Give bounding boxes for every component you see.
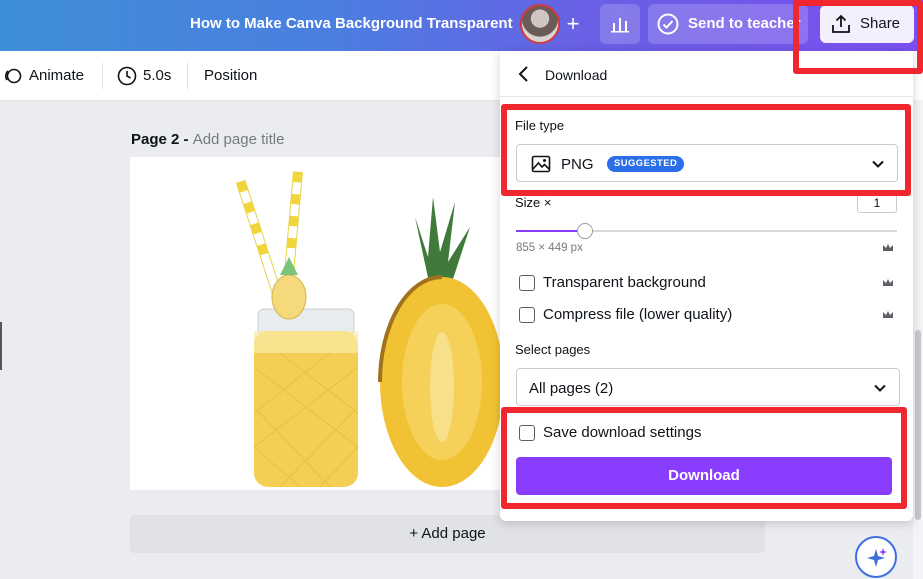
transparent-background-checkbox[interactable] [519, 275, 535, 291]
chevron-down-icon [873, 381, 887, 395]
pineapple [380, 197, 504, 487]
insights-button[interactable] [600, 4, 640, 44]
crown-icon [882, 278, 894, 288]
size-label: Size × [515, 195, 552, 210]
panel-title: Download [545, 67, 607, 83]
sparkle-icon [866, 547, 888, 569]
magic-assistant-button[interactable] [855, 536, 897, 578]
crown-icon [882, 310, 894, 320]
side-panel-handle[interactable] [0, 322, 2, 370]
pineapple-juice-image[interactable] [130, 157, 510, 490]
size-slider-fill [516, 230, 585, 232]
animate-icon [4, 67, 22, 85]
animate-button[interactable]: Animate [29, 67, 84, 84]
size-slider-handle[interactable] [577, 223, 593, 239]
page-title-input[interactable]: Add page title [193, 131, 285, 148]
select-pages-value: All pages (2) [529, 380, 613, 397]
dimensions-text: 855 × 449 px [516, 242, 583, 254]
toolbar-divider [187, 63, 188, 89]
page-number-label: Page 2 - [131, 131, 193, 148]
bar-chart-icon [610, 14, 630, 34]
design-page[interactable] [130, 157, 510, 490]
select-pages-dropdown[interactable]: All pages (2) [516, 368, 900, 406]
add-collaborator-button[interactable]: + [562, 10, 584, 38]
duration-button[interactable]: 5.0s [143, 67, 171, 84]
share-highlight-box [793, 0, 923, 74]
send-to-teacher-button[interactable]: Send to teacher [648, 4, 808, 44]
scrollbar-thumb[interactable] [915, 330, 921, 520]
file-type-highlight-box [501, 104, 911, 196]
send-to-teacher-label: Send to teacher [688, 15, 801, 32]
download-highlight-box [501, 407, 907, 509]
position-button[interactable]: Position [204, 67, 257, 84]
size-input[interactable]: 1 [857, 194, 897, 213]
toolbar-divider [102, 63, 103, 89]
top-bar: How to Make Canva Background Transparent… [0, 0, 923, 51]
document-title[interactable]: How to Make Canva Background Transparent [190, 15, 513, 32]
clock-icon [117, 66, 137, 86]
check-circle-icon [656, 12, 680, 36]
select-pages-label: Select pages [515, 342, 590, 357]
compress-file-label: Compress file (lower quality) [543, 306, 732, 323]
avatar[interactable] [520, 4, 560, 44]
chevron-left-icon[interactable] [516, 65, 532, 83]
compress-file-checkbox[interactable] [519, 307, 535, 323]
page-label: Page 2 - Add page title [131, 131, 284, 148]
transparent-background-label: Transparent background [543, 274, 706, 291]
crown-icon [882, 243, 894, 253]
